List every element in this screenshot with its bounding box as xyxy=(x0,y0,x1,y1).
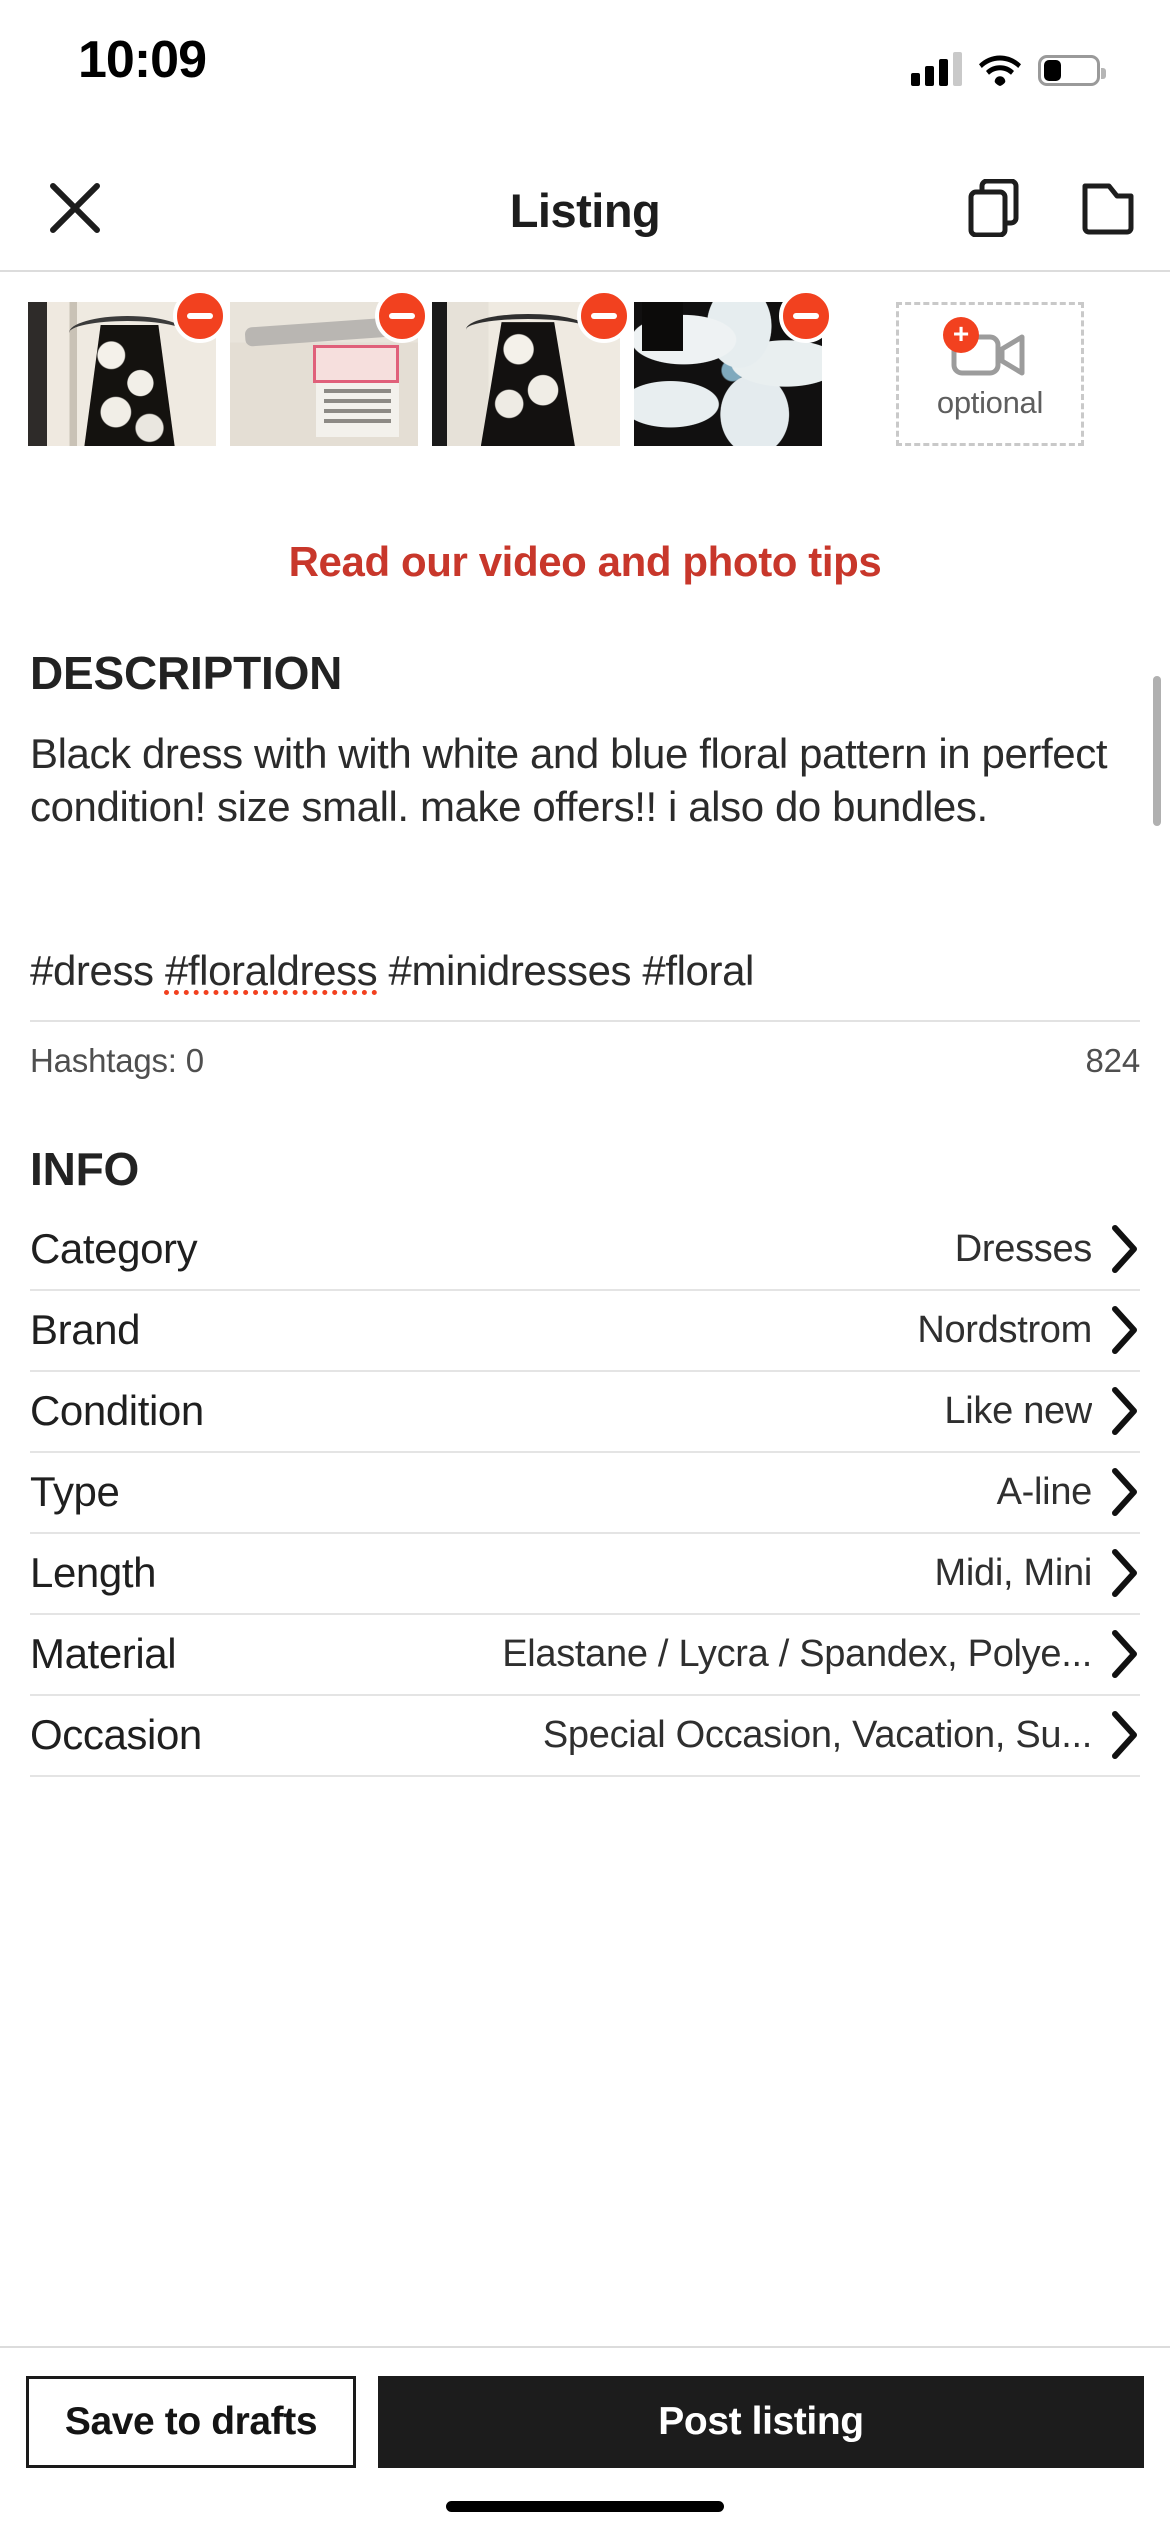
info-label: Length xyxy=(30,1549,157,1596)
chevron-right-icon xyxy=(1106,1548,1140,1598)
chevron-right-icon xyxy=(1106,1386,1140,1436)
status-bar-indicators xyxy=(911,42,1106,86)
info-row-material[interactable]: Material Elastane / Lycra / Spandex, Pol… xyxy=(30,1615,1140,1696)
status-bar: 10:09 xyxy=(0,0,1170,150)
post-listing-button[interactable]: Post listing xyxy=(378,2376,1144,2468)
close-button[interactable] xyxy=(30,150,120,270)
info-value: Dresses xyxy=(954,1227,1092,1270)
info-heading: INFO xyxy=(30,1142,140,1195)
info-value: Midi, Mini xyxy=(934,1551,1092,1594)
chevron-right-icon xyxy=(1106,1467,1140,1517)
photo-thumbnail[interactable] xyxy=(28,289,227,446)
hashtag-misspelled: #floraldress xyxy=(164,947,378,994)
chevron-right-icon xyxy=(1106,1629,1140,1679)
info-row-length[interactable]: Length Midi, Mini xyxy=(30,1534,1140,1615)
save-to-drafts-button[interactable]: Save to drafts xyxy=(26,2376,356,2468)
chevron-right-icon xyxy=(1106,1710,1140,1760)
info-value: A-line xyxy=(996,1470,1092,1513)
folder-button[interactable] xyxy=(1080,180,1136,241)
remove-photo-button[interactable] xyxy=(779,289,833,343)
battery-level xyxy=(1044,60,1061,81)
status-bar-clock: 10:09 xyxy=(78,31,207,89)
duplicate-button[interactable] xyxy=(968,178,1022,242)
photo-tips-link[interactable]: Read our video and photo tips xyxy=(0,478,1170,646)
info-row-brand[interactable]: Brand Nordstrom xyxy=(30,1291,1140,1372)
minus-circle-icon xyxy=(591,313,617,319)
description-hashtags: #dress #floraldress #minidresses #floral xyxy=(30,945,1140,998)
listing-editor-screen: 10:09 Listing + optional Read our video … xyxy=(0,0,1170,2532)
description-textarea[interactable]: Black dress with with white and blue flo… xyxy=(30,728,1140,998)
info-value: Like new xyxy=(944,1389,1092,1432)
info-label: Occasion xyxy=(30,1711,202,1758)
character-counter: 824 xyxy=(1085,1041,1141,1079)
info-row-occasion[interactable]: Occasion Special Occasion, Vacation, Su.… xyxy=(30,1696,1140,1777)
hashtag-count: Hashtags: 0 xyxy=(30,1041,204,1079)
duplicate-icon xyxy=(968,178,1022,241)
info-label: Type xyxy=(30,1468,120,1515)
remove-photo-button[interactable] xyxy=(375,289,429,343)
info-label: Condition xyxy=(30,1387,204,1434)
photo-thumbnail[interactable] xyxy=(634,289,833,446)
action-bar: Save to drafts Post listing xyxy=(0,2346,1170,2532)
battery-icon xyxy=(1038,55,1106,86)
minus-circle-icon xyxy=(187,313,213,319)
info-value: Elastane / Lycra / Spandex, Polye... xyxy=(502,1632,1092,1675)
plus-circle-icon: + xyxy=(943,317,979,353)
info-row-type[interactable]: Type A-line xyxy=(30,1453,1140,1534)
info-label: Material xyxy=(30,1630,177,1677)
folder-icon xyxy=(1080,183,1136,240)
info-value: Special Occasion, Vacation, Su... xyxy=(542,1713,1092,1756)
info-row-condition[interactable]: Condition Like new xyxy=(30,1372,1140,1453)
info-label: Category xyxy=(30,1225,198,1272)
description-meta-row: Hashtags: 0 824 xyxy=(30,1019,1141,1080)
photo-thumbnail-strip[interactable]: + optional xyxy=(0,272,1170,478)
hashtag-text-pre: #dress xyxy=(30,947,165,994)
description-scrollbar[interactable] xyxy=(1153,676,1161,826)
description-text: Black dress with with white and blue flo… xyxy=(30,730,1108,830)
chevron-right-icon xyxy=(1106,1224,1140,1274)
add-video-label: optional xyxy=(936,385,1044,420)
description-heading: DESCRIPTION xyxy=(30,647,343,699)
close-icon xyxy=(48,181,102,240)
description-section: DESCRIPTION Black dress with with white … xyxy=(0,646,1170,998)
home-indicator xyxy=(446,2501,724,2512)
hashtag-text-post: #minidresses #floral xyxy=(377,947,755,994)
info-label: Brand xyxy=(30,1306,141,1353)
navigation-actions xyxy=(968,150,1136,270)
info-list: Category Dresses Brand Nordstrom Conditi… xyxy=(0,1210,1170,1777)
photo-thumbnail[interactable] xyxy=(230,289,429,446)
chevron-right-icon xyxy=(1106,1305,1140,1355)
video-camera-icon: + xyxy=(943,317,1029,379)
add-video-tile[interactable]: + optional xyxy=(896,302,1084,446)
minus-circle-icon xyxy=(793,313,819,319)
info-value: Nordstrom xyxy=(917,1308,1092,1351)
remove-photo-button[interactable] xyxy=(173,289,227,343)
wifi-icon xyxy=(979,52,1021,86)
navigation-bar: Listing xyxy=(0,150,1170,272)
signal-bars-icon xyxy=(911,52,962,86)
remove-photo-button[interactable] xyxy=(577,289,631,343)
info-row-category[interactable]: Category Dresses xyxy=(30,1210,1140,1291)
minus-circle-icon xyxy=(389,313,415,319)
photo-thumbnail[interactable] xyxy=(432,289,631,446)
